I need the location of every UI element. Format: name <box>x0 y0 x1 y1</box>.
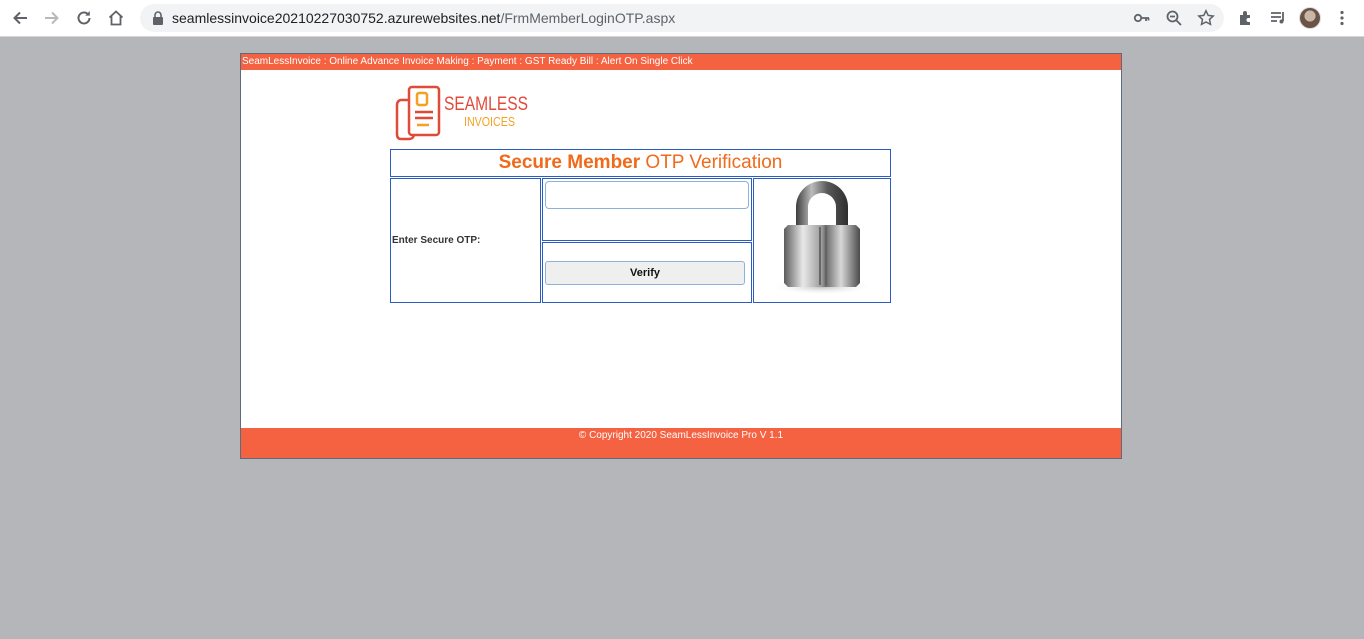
logo-text-seamless: SEAMLESS <box>444 94 528 115</box>
page-frame: SeamLessInvoice : Online Advance Invoice… <box>240 53 1122 459</box>
address-bar[interactable]: seamlessinvoice20210227030752.azurewebsi… <box>140 4 1224 32</box>
reload-icon[interactable] <box>72 6 96 30</box>
padlock-cell <box>753 178 891 303</box>
logo-text-invoices: INVOICES <box>464 114 515 129</box>
browser-toolbar: seamlessinvoice20210227030752.azurewebsi… <box>0 0 1364 37</box>
otp-label-cell: Enter Secure OTP: <box>390 178 541 303</box>
extensions-icon[interactable] <box>1234 6 1258 30</box>
otp-label: Enter Secure OTP: <box>392 235 481 246</box>
url-path: /FrmMemberLoginOTP.aspx <box>500 10 676 26</box>
header-banner: SeamLessInvoice : Online Advance Invoice… <box>241 54 1121 70</box>
star-icon[interactable] <box>1197 9 1215 27</box>
back-icon[interactable] <box>8 6 32 30</box>
otp-input[interactable] <box>545 181 749 209</box>
menu-icon[interactable] <box>1330 6 1354 30</box>
home-icon[interactable] <box>104 6 128 30</box>
zoom-icon[interactable] <box>1165 9 1183 27</box>
url-text: seamlessinvoice20210227030752.azurewebsi… <box>172 10 675 26</box>
url-host: seamlessinvoice20210227030752.azurewebsi… <box>172 10 501 26</box>
verify-cell: Verify <box>542 242 752 303</box>
media-icon[interactable] <box>1266 6 1290 30</box>
key-icon[interactable] <box>1133 9 1151 27</box>
otp-input-cell <box>542 178 752 241</box>
lock-icon <box>153 11 163 25</box>
title-bold: Secure Member <box>498 152 641 173</box>
page-title: Secure Member OTP Verification <box>390 149 891 177</box>
verify-button[interactable]: Verify <box>545 261 745 285</box>
invoice-logo-icon <box>395 85 441 141</box>
forward-icon[interactable] <box>40 6 64 30</box>
footer: © Copyright 2020 SeamLessInvoice Pro V 1… <box>241 428 1121 458</box>
title-rest: OTP Verification <box>640 152 783 173</box>
profile-avatar[interactable] <box>1299 7 1321 29</box>
padlock-icon <box>770 181 874 295</box>
logo: SEAMLESS INVOICES <box>395 84 528 142</box>
